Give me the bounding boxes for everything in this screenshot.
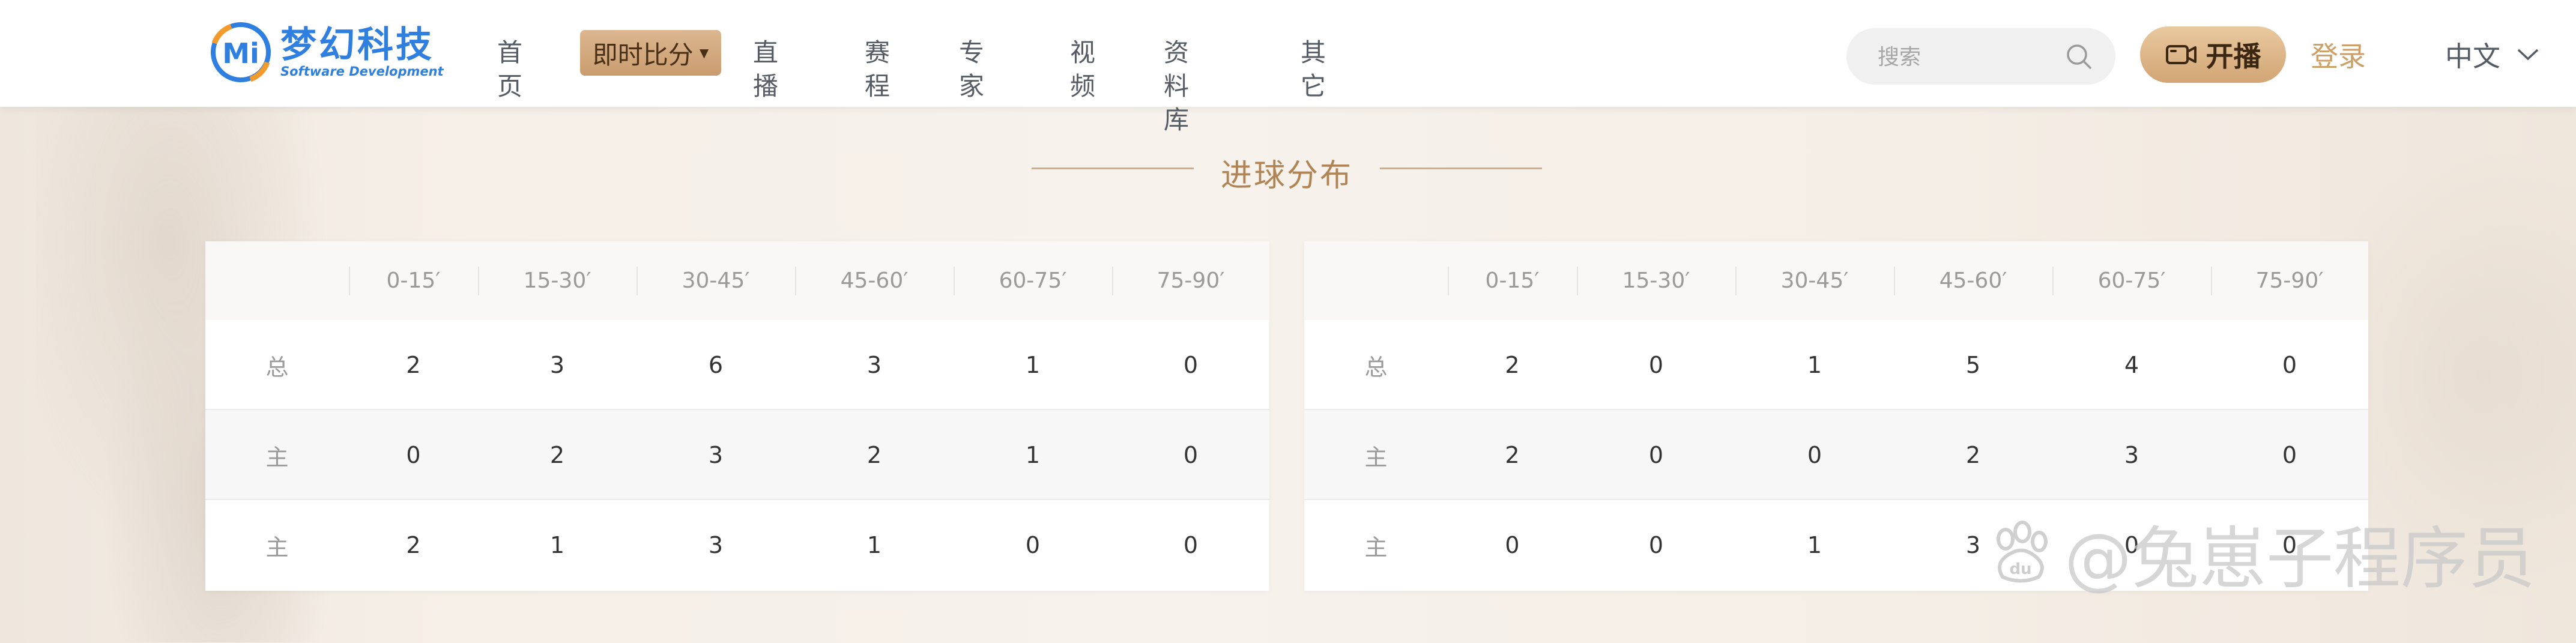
table-cell: 0	[1183, 532, 1199, 558]
table-cell: 2	[549, 442, 565, 468]
table-header: 0-15′ 15-30′ 30-45′ 45-60′ 60-75′ 75-90′	[205, 241, 1269, 320]
table-cell: 6	[708, 352, 724, 378]
table-row: 主 2 0 0 2 3 0	[1304, 410, 2368, 500]
table-cell: 3	[866, 352, 882, 378]
header-cell: 0-15′	[349, 241, 478, 320]
table-cell: 0	[1648, 442, 1664, 468]
row-label: 主	[265, 534, 289, 561]
table-cell: 0	[1648, 532, 1664, 558]
search-box	[1846, 28, 2115, 86]
title-divider-right	[1380, 168, 1542, 169]
logo-title: 梦幻科技	[280, 24, 434, 66]
nav-item-video[interactable]: 视频	[1070, 36, 1095, 103]
table-cell: 1	[549, 532, 565, 558]
table-row: 主 2 1 3 1 0 0	[205, 500, 1269, 590]
table-header: 0-15′ 15-30′ 30-45′ 45-60′ 60-75′ 75-90′	[1304, 241, 2368, 320]
table-cell: 1	[1807, 532, 1822, 558]
table-cell: 1	[1025, 352, 1041, 378]
camera-icon	[2165, 45, 2197, 64]
header-cell: 45-60′	[1894, 241, 2052, 320]
header-cell: 15-30′	[1577, 241, 1735, 320]
chevron-down-icon	[2517, 49, 2539, 61]
table-cell: 2	[406, 352, 421, 378]
table-cell: 0	[1505, 532, 1520, 558]
row-label: 总	[1364, 354, 1388, 381]
caret-down-icon: ▼	[699, 46, 709, 60]
nav-item-live-score-label: 即时比分	[592, 40, 694, 70]
logo[interactable]: Mi 梦幻科技 Software Development	[207, 19, 444, 85]
search-input[interactable]	[1876, 28, 2059, 86]
row-label: 主	[1364, 444, 1388, 471]
language-label: 中文	[2445, 40, 2500, 73]
logo-subtitle: Software Development	[280, 64, 444, 79]
nav-item-live[interactable]: 直播	[753, 36, 778, 103]
table-row: 主 0 2 3 2 1 0	[205, 410, 1269, 500]
header-cell: 30-45′	[636, 241, 795, 320]
row-label: 主	[1364, 534, 1388, 561]
table-cell: 3	[708, 532, 724, 558]
table-cell: 2	[1965, 442, 1981, 468]
table-cell: 0	[1807, 442, 1822, 468]
table-cell: 2	[406, 532, 421, 558]
svg-text:du: du	[2009, 560, 2031, 578]
start-live-button[interactable]: 开播	[2140, 26, 2286, 83]
header-cell: 0-15′	[1448, 241, 1577, 320]
language-select[interactable]: 中文	[2445, 35, 2540, 74]
section-title-text: 进球分布	[1220, 158, 1353, 194]
table-cell: 0	[2282, 352, 2297, 378]
header-cell: 60-75′	[2052, 241, 2211, 320]
header-cell: 75-90′	[2211, 241, 2368, 320]
table-cell: 0	[1648, 352, 1664, 378]
table-cell: 0	[1025, 532, 1041, 558]
goal-distribution-table-1: 0-15′ 15-30′ 30-45′ 45-60′ 60-75′ 75-90′…	[205, 241, 1269, 591]
table-cell: 2	[866, 442, 882, 468]
watermark: du @兔崽子程序员	[1988, 514, 2535, 598]
table-cell: 2	[1505, 442, 1520, 468]
baidu-paw-icon: du	[1997, 521, 2048, 583]
start-live-label: 开播	[2206, 40, 2261, 73]
table-cell: 1	[1025, 442, 1041, 468]
table-cell: 3	[549, 352, 565, 378]
table-cell: 0	[1183, 352, 1199, 378]
table-cell: 0	[1183, 442, 1199, 468]
header-cell: 45-60′	[795, 241, 954, 320]
watermark-text: @兔崽子程序员	[2064, 520, 2535, 598]
nav-item-expert[interactable]: 专家	[959, 36, 984, 103]
table-cell: 3	[708, 442, 724, 468]
table-cell: 2	[1505, 352, 1520, 378]
nav-item-live-score[interactable]: 即时比分 ▼	[580, 30, 721, 76]
header-cell: 60-75′	[954, 241, 1112, 320]
top-header: Mi 梦幻科技 Software Development 首页 即时比分 ▼ 直…	[0, 0, 2576, 134]
search-icon[interactable]	[2064, 41, 2094, 71]
login-link[interactable]: 登录	[2311, 35, 2366, 74]
nav-item-home[interactable]: 首页	[497, 36, 522, 103]
table-cell: 0	[2282, 442, 2297, 468]
table-cell: 3	[2124, 442, 2139, 468]
header-cell: 15-30′	[478, 241, 636, 320]
table-cell: 5	[1965, 352, 1981, 378]
header-cell	[1304, 241, 1448, 320]
header-cell	[205, 241, 349, 320]
nav-item-other[interactable]: 其它	[1301, 36, 1326, 103]
nav-item-database[interactable]: 资料库	[1164, 36, 1189, 137]
table-row: 总 2 0 1 5 4 0	[1304, 320, 2368, 410]
table-row: 总 2 3 6 3 1 0	[205, 320, 1269, 410]
row-label: 总	[265, 354, 289, 381]
section-title: 进球分布	[1032, 150, 1542, 194]
header-cell: 75-90′	[1112, 241, 1269, 320]
table-cell: 1	[866, 532, 882, 558]
table-cell: 0	[406, 442, 421, 468]
row-label: 主	[265, 444, 289, 471]
logo-mark-icon: Mi	[207, 19, 274, 85]
table-cell: 1	[1807, 352, 1822, 378]
svg-text:Mi: Mi	[222, 37, 259, 70]
table-cell: 4	[2124, 352, 2139, 378]
header-cell: 30-45′	[1735, 241, 1894, 320]
nav-item-schedule[interactable]: 赛程	[865, 36, 890, 103]
